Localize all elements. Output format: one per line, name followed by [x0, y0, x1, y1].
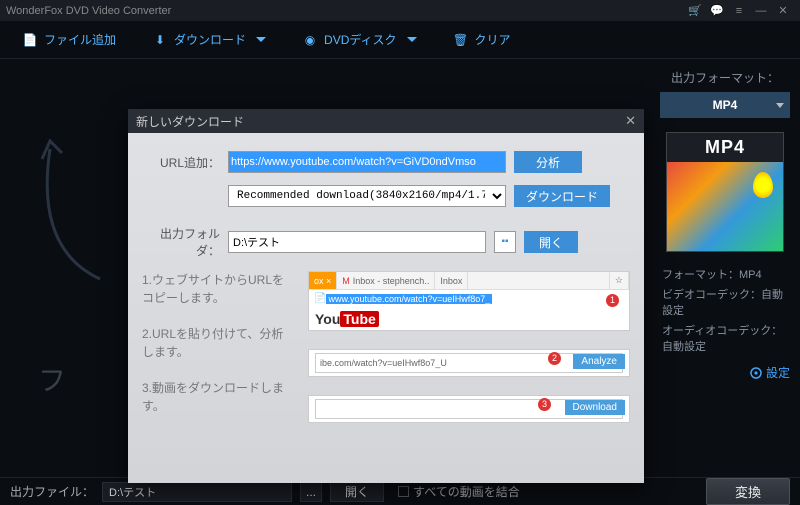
download-button[interactable]: ⬇ ダウンロード — [134, 21, 284, 58]
dvd-disc-button[interactable]: ◉ DVDディスク — [284, 21, 435, 58]
merge-checkbox[interactable]: すべての動画を結合 — [398, 483, 520, 500]
close-icon[interactable]: ✕ — [772, 4, 794, 17]
chevron-down-icon — [256, 37, 266, 42]
gear-icon — [750, 367, 762, 379]
demo-tab-inbox2: Inbox — [435, 272, 468, 289]
minimize-icon[interactable]: — — [750, 5, 772, 17]
bg-hint-text: フ — [38, 359, 66, 399]
browse-folder-button[interactable]: ▪▪ — [494, 231, 516, 253]
dialog-title: 新しいダウンロード — [136, 113, 244, 130]
disc-icon: ◉ — [302, 32, 318, 48]
info-format: フォーマット：MP4 — [662, 266, 788, 282]
instruction-step3: 3.動画をダウンロードします。 — [142, 379, 292, 415]
quality-select[interactable]: Recommended download(3840x2160/mp4/1.75G — [228, 185, 506, 207]
output-format-button[interactable]: MP4 — [660, 92, 790, 118]
app-title: WonderFox DVD Video Converter — [6, 5, 171, 17]
demo-tab-active: ox × — [309, 272, 337, 289]
download-label: ダウンロード — [174, 31, 246, 48]
add-file-button[interactable]: 📄 ファイル追加 — [4, 21, 134, 58]
download-icon: ⬇ — [152, 32, 168, 48]
menu-icon[interactable]: ≡ — [728, 5, 750, 17]
info-acodec: オーディオコーデック：自動設定 — [662, 322, 788, 354]
step-badge-3: 3 — [538, 398, 551, 411]
bg-arrow — [30, 129, 120, 289]
step-badge-2: 2 — [548, 352, 561, 365]
clear-label: クリア — [475, 31, 511, 48]
demo-analyze-button: Analyze — [573, 354, 625, 369]
thumb-format-label: MP4 — [667, 133, 783, 162]
feedback-icon[interactable]: 💬 — [706, 4, 728, 17]
chevron-down-icon — [407, 37, 417, 42]
dialog-close-button[interactable]: ✕ — [625, 113, 636, 129]
file-add-icon: 📄 — [22, 32, 38, 48]
demo-download: ▾ 3 Download — [308, 395, 630, 423]
checkbox-icon — [398, 486, 409, 497]
chevron-down-icon — [776, 103, 784, 108]
download-start-button[interactable]: ダウンロード — [514, 185, 610, 207]
analyze-button[interactable]: 分析 — [514, 151, 582, 173]
demo-download-button: Download — [565, 400, 625, 415]
output-path-input[interactable] — [102, 482, 292, 502]
info-vcodec: ビデオコーデック：自動設定 — [662, 286, 788, 318]
step-badge-1: 1 — [606, 294, 619, 307]
output-format-label: 出力フォーマット： — [660, 69, 790, 86]
trash-icon: 🗑 — [453, 32, 469, 48]
browse-output-button[interactable]: ... — [300, 482, 322, 502]
convert-button[interactable]: 変換 — [706, 478, 790, 505]
clear-button[interactable]: 🗑 クリア — [435, 21, 529, 58]
format-thumbnail[interactable]: MP4 — [666, 132, 784, 252]
url-input[interactable] — [229, 152, 505, 172]
demo-selected-url: www.youtube.com/watch?v=ueIHwf8o7_ — [326, 294, 492, 304]
merge-label: すべての動画を結合 — [413, 483, 520, 500]
folder-input[interactable] — [228, 231, 486, 253]
buy-icon[interactable]: 🛒 — [684, 4, 706, 17]
url-label: URL追加： — [142, 154, 220, 171]
instruction-step2: 2.URLを貼り付けて、分析します。 — [142, 325, 292, 361]
new-download-dialog: 新しいダウンロード ✕ URL追加： 分析 Recommended downlo… — [128, 109, 644, 483]
instruction-step1: 1.ウェブサイトからURLをコピーします。 — [142, 271, 292, 307]
demo-tab-inbox1: MInbox - stephench.. — [337, 272, 435, 289]
dvd-label: DVDディスク — [324, 31, 397, 48]
open-folder-button[interactable]: 開く — [524, 231, 578, 253]
open-output-button[interactable]: 開く — [330, 482, 384, 502]
demo-analyze: ibe.com/watch?v=ueIHwf8o7_U▾ 2 Analyze — [308, 349, 630, 377]
settings-link[interactable]: 設定 — [660, 364, 790, 381]
output-file-label: 出力ファイル： — [10, 483, 94, 500]
add-file-label: ファイル追加 — [44, 31, 116, 48]
demo-copy-url: ox × MInbox - stephench.. Inbox ☆ 📄 www.… — [308, 271, 630, 331]
folder-label: 出力フォルダ： — [142, 225, 220, 259]
